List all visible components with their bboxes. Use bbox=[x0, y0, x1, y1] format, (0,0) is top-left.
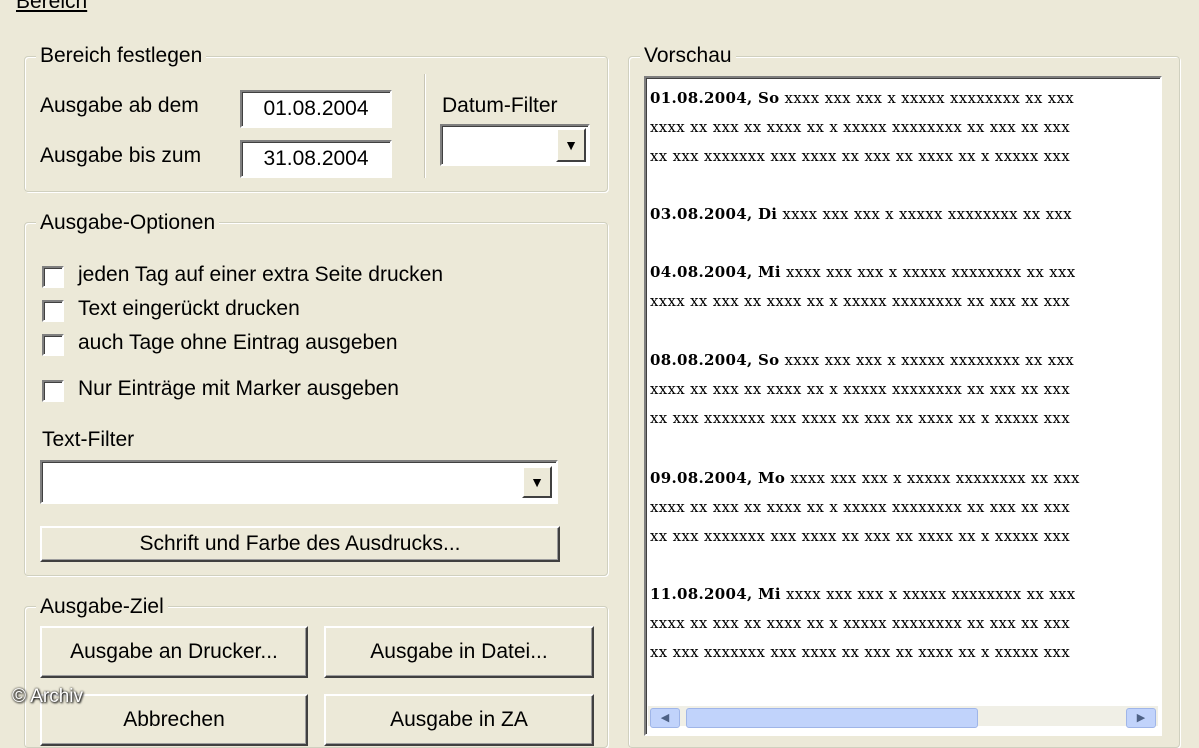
preview-entry: 11.08.2004, Mi xxxx xxx xxx x xxxxx xxxx… bbox=[650, 585, 1076, 661]
text-filter-dropdown-button[interactable]: ▼ bbox=[522, 466, 552, 498]
date-filter-dropdown-button[interactable]: ▼ bbox=[556, 128, 586, 162]
print-button[interactable]: Ausgabe an Drucker... bbox=[40, 626, 308, 678]
checkbox-extra-page-label[interactable]: jeden Tag auf einer extra Seite drucken bbox=[78, 263, 443, 287]
from-date-input[interactable]: 01.08.2004 bbox=[240, 90, 392, 128]
scrollbar-thumb[interactable] bbox=[686, 708, 978, 728]
to-date-input[interactable]: 31.08.2004 bbox=[240, 140, 392, 178]
target-group-legend: Ausgabe-Ziel bbox=[36, 595, 168, 619]
from-date-label: Ausgabe ab dem bbox=[40, 94, 199, 117]
options-group-legend: Ausgabe-Optionen bbox=[36, 211, 220, 235]
checkbox-empty-days-label[interactable]: auch Tage ohne Eintrag ausgeben bbox=[78, 331, 398, 355]
preview-entry: 08.08.2004, So xxxx xxx xxx x xxxxx xxxx… bbox=[650, 351, 1075, 427]
preview-entry: 09.08.2004, Mo xxxx xxx xxx x xxxxx xxxx… bbox=[650, 469, 1080, 545]
checkbox-extra-page[interactable] bbox=[42, 266, 64, 288]
preview-pane[interactable]: 01.08.2004, So xxxx xxx xxx x xxxxx xxxx… bbox=[644, 76, 1162, 736]
preview-group-legend: Vorschau bbox=[640, 44, 736, 68]
chevron-down-icon: ▼ bbox=[530, 474, 544, 490]
checkbox-marker-only[interactable] bbox=[42, 380, 64, 402]
chevron-down-icon: ▼ bbox=[564, 137, 578, 153]
checkbox-indent[interactable] bbox=[42, 300, 64, 322]
date-filter-label: Datum-Filter bbox=[442, 94, 558, 117]
text-filter-label: Text-Filter bbox=[42, 428, 135, 451]
arrow-left-icon[interactable]: ◀ bbox=[650, 708, 680, 728]
arrow-right-icon[interactable]: ▶ bbox=[1126, 708, 1156, 728]
preview-entry: 04.08.2004, Mi xxxx xxx xxx x xxxxx xxxx… bbox=[650, 263, 1076, 310]
preview-horizontal-scrollbar[interactable]: ◀ ▶ bbox=[648, 706, 1158, 728]
za-button[interactable]: Ausgabe in ZA bbox=[324, 694, 594, 746]
checkbox-marker-only-label[interactable]: Nur Einträge mit Marker ausgeben bbox=[78, 377, 399, 401]
file-button[interactable]: Ausgabe in Datei... bbox=[324, 626, 594, 678]
preview-entry: 01.08.2004, So xxxx xxx xxx x xxxxx xxxx… bbox=[650, 89, 1075, 165]
to-date-label: Ausgabe bis zum bbox=[40, 144, 202, 167]
copyright-watermark: © Archiv bbox=[12, 686, 84, 707]
text-filter-select[interactable] bbox=[40, 460, 558, 504]
font-color-button[interactable]: Schrift und Farbe des Ausdrucks... bbox=[40, 526, 560, 562]
checkbox-empty-days[interactable] bbox=[42, 334, 64, 356]
checkbox-indent-label[interactable]: Text eingerückt drucken bbox=[78, 297, 300, 321]
window-title: Bereich bbox=[16, 0, 88, 13]
range-group-legend: Bereich festlegen bbox=[36, 44, 207, 68]
separator bbox=[424, 74, 425, 178]
preview-entry: 03.08.2004, Di xxxx xxx xxx x xxxxx xxxx… bbox=[650, 205, 1072, 223]
